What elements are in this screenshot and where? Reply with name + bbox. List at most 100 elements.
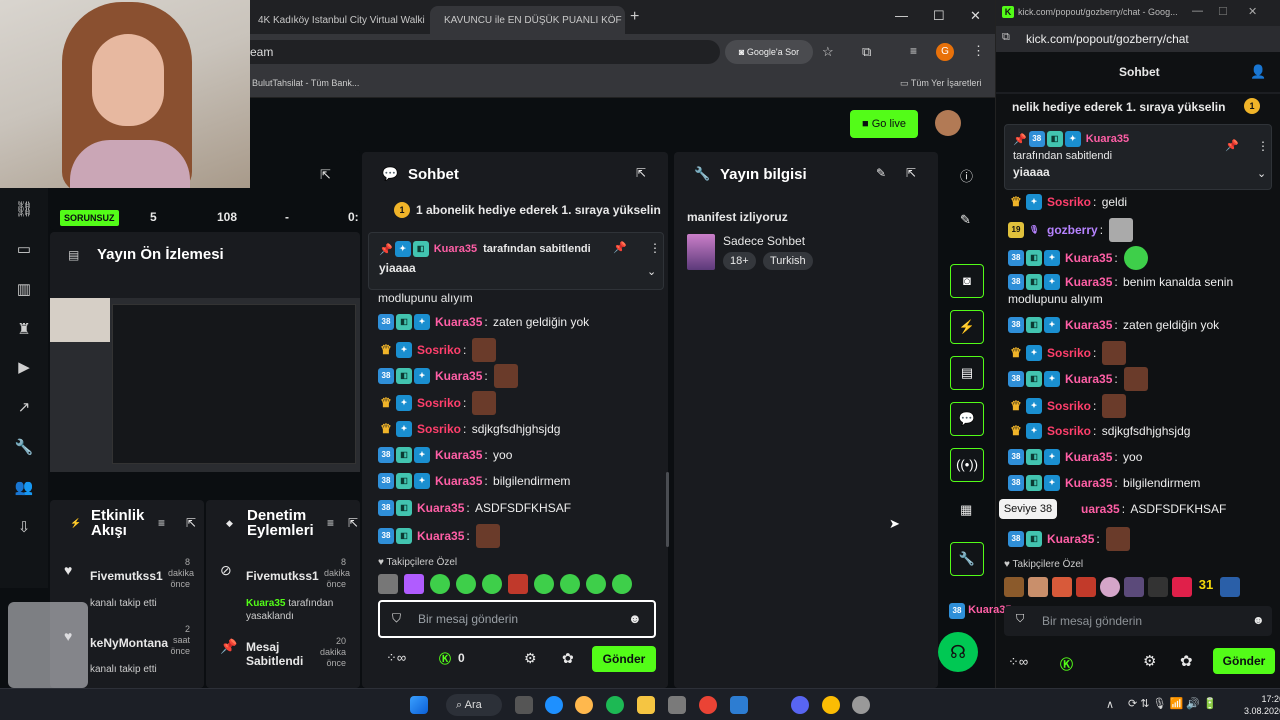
emote[interactable] (404, 574, 424, 594)
chat-button[interactable]: 💬 (950, 402, 984, 436)
tray-chevron-icon[interactable]: ∧ (1106, 698, 1114, 711)
bookmark-item[interactable]: BulutTahsilat - Tüm Bank... (252, 78, 359, 88)
expand-icon[interactable]: ⇱ (186, 516, 196, 530)
chat-user[interactable]: Kuara35 (1065, 251, 1112, 265)
discord-icon[interactable] (791, 696, 809, 714)
chat-user[interactable]: gozberry (1047, 223, 1098, 237)
expand-icon[interactable]: ⇱ (906, 166, 916, 180)
emote[interactable] (1148, 577, 1168, 597)
emote[interactable] (430, 574, 450, 594)
chat-user[interactable]: Kuara35 (1065, 476, 1112, 490)
link-icon[interactable]: ⛓ (14, 200, 34, 220)
send-button[interactable]: Gönder (592, 646, 656, 672)
emote[interactable] (612, 574, 632, 594)
profile-avatar[interactable]: G (936, 43, 954, 61)
tray-icons[interactable]: ⟳ ⇅ 🎙 📶 🔊 🔋 (1128, 697, 1217, 710)
close-window-icon[interactable]: ✕ (970, 8, 981, 24)
emote[interactable] (1172, 577, 1192, 597)
google-lens-button[interactable]: ◙ Google'a Sor (725, 40, 813, 64)
chat-user[interactable]: Kuara35 (435, 448, 482, 462)
emote[interactable] (560, 574, 580, 594)
wrench-icon[interactable]: 🔧 (14, 438, 34, 458)
emote[interactable]: 31 (1196, 577, 1216, 597)
unpin-icon[interactable]: 📌 (1225, 139, 1239, 152)
browser-tab-active[interactable]: KAVUNCU ile EN DÜŞÜK PUANLI KÖF ✕ (430, 6, 625, 34)
broadcast-button[interactable]: ((•)) (950, 448, 984, 482)
chevron-down-icon[interactable]: ⌄ (647, 265, 656, 278)
emote[interactable] (1004, 577, 1024, 597)
unpin-icon[interactable]: 📌 (613, 241, 627, 254)
chat-user[interactable]: Kuara35 (1065, 450, 1112, 464)
browser-tab[interactable]: 4K Kadıköy Istanbul City Virtual Walki ✕ (250, 6, 430, 34)
taskbar-search[interactable]: ⌕ Ara (446, 694, 502, 716)
site-info-icon[interactable]: ⧉ (1002, 31, 1010, 44)
scrollbar[interactable] (666, 472, 669, 547)
chevron-down-icon[interactable]: ⌄ (1257, 167, 1266, 180)
emote[interactable] (586, 574, 606, 594)
users-icon[interactable]: 👤 (1250, 64, 1266, 80)
chat-user[interactable]: Kuara35 (417, 501, 464, 515)
pencil-icon[interactable]: ✎ (960, 212, 971, 228)
points-icon[interactable]: Ⓚ (439, 650, 451, 667)
support-button[interactable]: ☊ (938, 632, 978, 672)
store-icon[interactable] (668, 696, 686, 714)
media-icon[interactable]: ≡ (910, 44, 917, 58)
emote[interactable] (482, 574, 502, 594)
pinned-user[interactable]: Kuara35 (434, 243, 477, 255)
emote[interactable] (534, 574, 554, 594)
emote[interactable] (1100, 577, 1120, 597)
video-icon[interactable]: ▶ (14, 358, 34, 378)
category-name[interactable]: Sadece Sohbet (723, 234, 805, 248)
minimize-icon[interactable]: — (895, 8, 908, 23)
chat-user[interactable]: Kuara35 (435, 369, 482, 383)
chrome-icon[interactable] (699, 696, 717, 714)
edge-icon[interactable] (545, 696, 563, 714)
pinned-message[interactable]: 📌 ✦ ◧ Kuara35 tarafından sabitlendi 📌 ⋮ … (368, 232, 664, 290)
layout-icon[interactable]: ▦ (960, 502, 972, 518)
all-bookmarks[interactable]: ▭ Tüm Yer İşaretleri (900, 78, 981, 89)
screenshot-button[interactable]: ◙ (950, 264, 984, 298)
file-explorer-icon[interactable] (637, 696, 655, 714)
chat-user[interactable]: Sosriko (1047, 399, 1091, 413)
go-live-button[interactable]: ■ Go live (850, 110, 918, 138)
task-view-icon[interactable] (515, 696, 533, 714)
pinned-user[interactable]: Kuara35 (1086, 133, 1129, 145)
chat-user[interactable]: Sosriko (1047, 424, 1091, 438)
emote[interactable] (508, 574, 528, 594)
drops-icon[interactable]: ⁘∞ (1008, 654, 1028, 670)
gift-banner[interactable]: 1 abonelik hediye ederek 1. sıraya yükse… (416, 203, 661, 217)
chat-user[interactable]: Sosriko (417, 422, 461, 436)
clock[interactable]: 17:26 3.08.2026 (1244, 693, 1280, 717)
chat-user[interactable]: Kuara35 (417, 529, 464, 543)
maximize-icon[interactable]: ☐ (1218, 5, 1228, 18)
spotify-icon[interactable] (606, 696, 624, 714)
notes-button[interactable]: ▤ (950, 356, 984, 390)
more-icon[interactable]: ⋮ (649, 241, 661, 255)
url-field[interactable]: eam (250, 40, 720, 64)
chat-user[interactable]: Kuara35 (1047, 532, 1094, 546)
extensions-icon[interactable]: ⧉ (862, 44, 871, 60)
emoji-icon[interactable]: ☻ (1252, 613, 1265, 627)
bolt-button[interactable]: ⚡ (950, 310, 984, 344)
filter-icon[interactable]: ≡ (327, 516, 334, 530)
edit-icon[interactable]: ✎ (876, 166, 886, 180)
wrench-button[interactable]: 🔧 (950, 542, 984, 576)
window-icon[interactable]: ▭ (14, 240, 34, 260)
preview-video[interactable] (50, 298, 360, 472)
gift-banner[interactable]: nelik hediye ederek 1. sıraya yükselin (1012, 100, 1225, 114)
emote[interactable] (1076, 577, 1096, 597)
chat-user[interactable]: Sosriko (1047, 195, 1091, 209)
chart-icon[interactable]: ▥ (14, 280, 34, 300)
emoji-icon[interactable]: ☻ (628, 611, 642, 626)
drops-icon[interactable]: ⁘∞ (386, 650, 406, 666)
pinned-message[interactable]: 📌 38 ◧ ✦ Kuara35 tarafından sabitlendi y… (1004, 124, 1272, 190)
emote[interactable] (1028, 577, 1048, 597)
message-input[interactable]: ⛉ Bir mesaj gönderin ☻ (378, 600, 656, 638)
chat-user[interactable]: Kuara35 (435, 315, 482, 329)
expand-icon[interactable]: ⇱ (320, 166, 331, 184)
users-icon[interactable]: 👥 (14, 478, 34, 498)
trophy-icon[interactable]: ♜ (14, 320, 34, 340)
send-button[interactable]: Gönder (1213, 648, 1275, 674)
close-window-icon[interactable]: ✕ (1248, 5, 1257, 18)
more-icon[interactable]: ⋮ (1257, 139, 1269, 153)
